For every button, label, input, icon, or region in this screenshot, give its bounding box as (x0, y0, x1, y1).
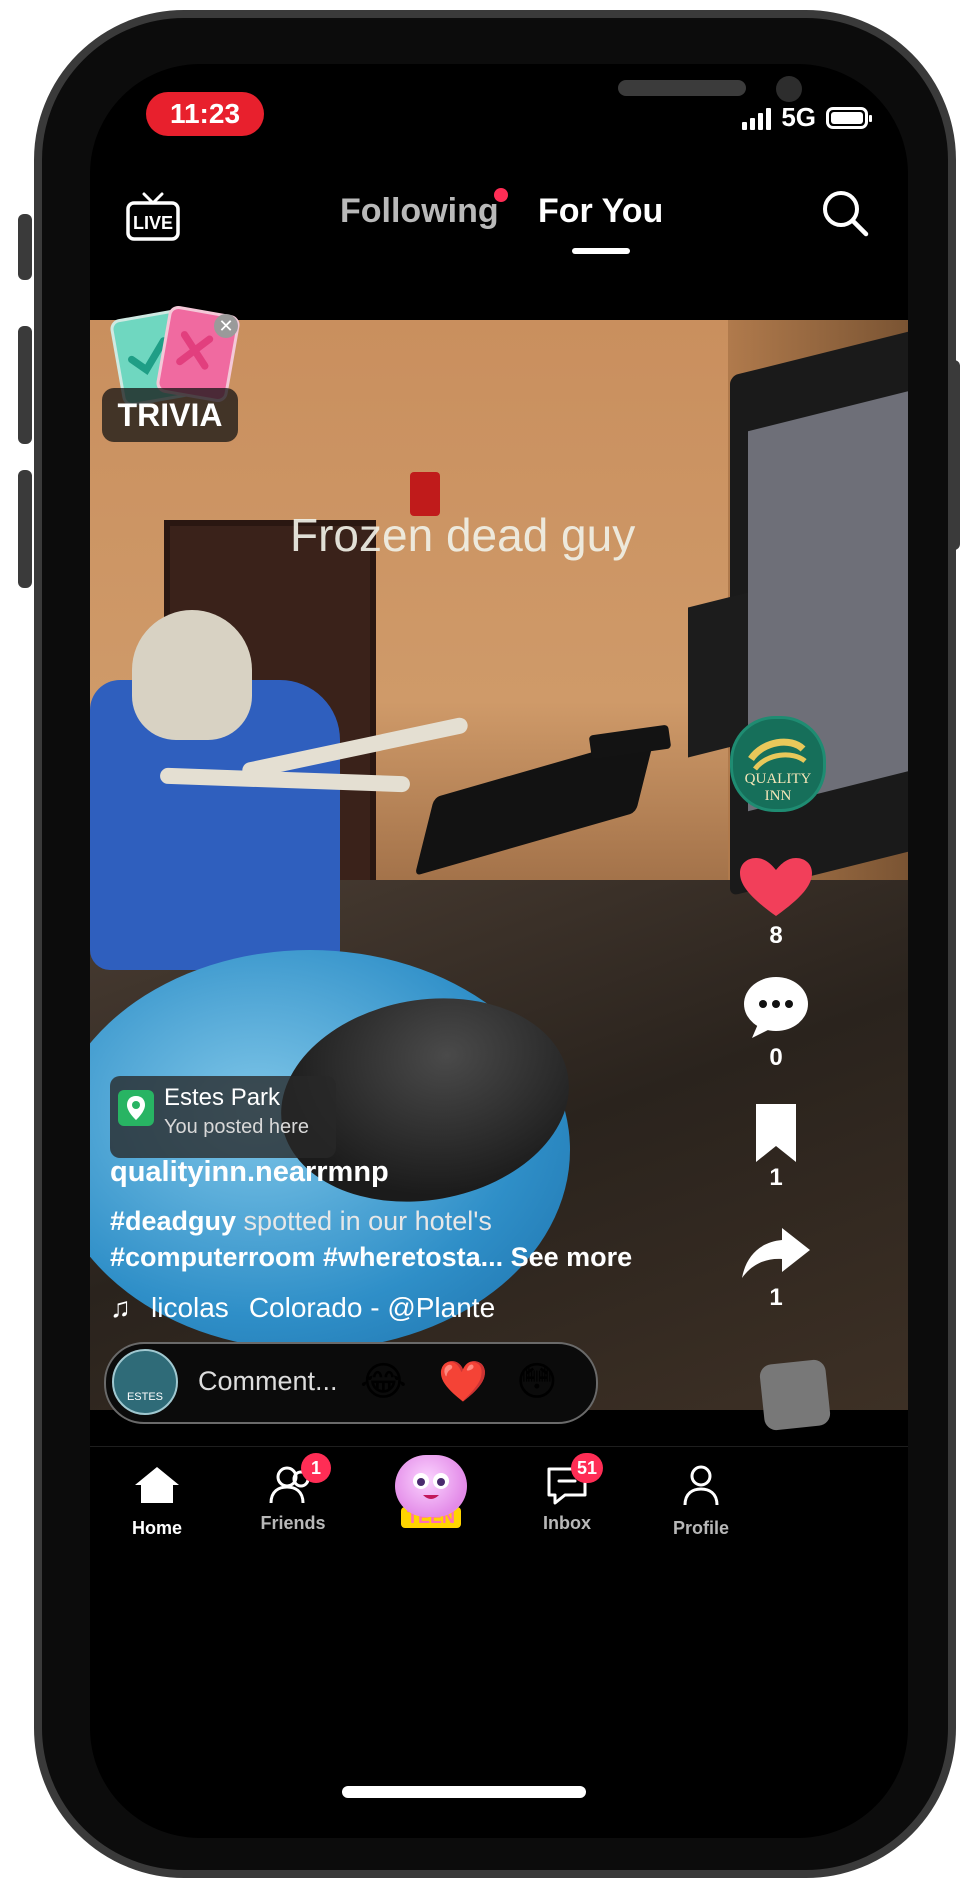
caption-fragment: spotted in our hotel's (236, 1206, 492, 1236)
status-time: 11:23 (146, 92, 264, 136)
nav-home[interactable]: Home (102, 1463, 212, 1539)
red-heart-emoji-icon[interactable]: ❤️ (438, 1360, 488, 1404)
nav-inbox-label: Inbox (543, 1513, 591, 1533)
nav-friends[interactable]: 1 Friends (238, 1453, 348, 1534)
comment-count: 0 (769, 1044, 783, 1071)
music-disc-icon[interactable] (758, 1358, 832, 1432)
friends-icon-wrapper: 1 (267, 1453, 331, 1507)
nav-inbox[interactable]: 51 Inbox (512, 1453, 622, 1534)
live-label: LIVE (133, 213, 173, 233)
signal-icon (742, 106, 772, 130)
friends-badge: 1 (301, 1453, 331, 1483)
music-note-icon: ♫ (110, 1292, 131, 1323)
brand-text: QUALITY INN (744, 771, 812, 804)
caption-text[interactable]: #deadguy spotted in our hotel's (110, 1206, 492, 1237)
network-type: 5G (781, 102, 816, 132)
caption-hashtags-see-more[interactable]: #computerroom #wheretosta... See more (110, 1242, 632, 1273)
bottom-nav: Home 1 Friends TEEN (90, 1446, 908, 1577)
creator-avatar[interactable]: QUALITY INN (730, 716, 826, 812)
music-info[interactable]: ♫ licolas Colorado - @Plante (110, 1292, 495, 1324)
like-count: 8 (769, 922, 783, 949)
video-skeleton-skull (132, 610, 252, 740)
music-track: Colorado - @Plante (248, 1292, 496, 1323)
hashtag-link[interactable]: #deadguy (110, 1206, 236, 1236)
notch (270, 64, 802, 130)
tab-following[interactable]: Following (340, 192, 499, 231)
trivia-close-icon[interactable]: ✕ (214, 314, 238, 338)
active-tab-indicator (572, 248, 630, 254)
front-camera (776, 76, 802, 102)
nav-profile-label: Profile (672, 1518, 729, 1538)
location-title: Estes Park (164, 1084, 281, 1111)
like-heart-icon[interactable] (738, 856, 814, 920)
bookmark-icon[interactable] (738, 1102, 814, 1166)
share-arrow-icon[interactable] (738, 1224, 814, 1280)
trivia-label: TRIVIA (102, 388, 238, 442)
trivia-sticker[interactable]: ✕ TRIVIA (102, 304, 242, 444)
home-icon (135, 1467, 179, 1503)
user-avatar: ESTES (112, 1349, 178, 1415)
save-count: 1 (769, 1164, 783, 1191)
comment-bubble-icon[interactable] (738, 974, 814, 1040)
flushed-emoji-icon[interactable]: 😳 (516, 1360, 558, 1404)
creator-username[interactable]: qualityinn.nearrmnp (110, 1156, 389, 1189)
volume-down-button (18, 470, 32, 588)
speaker-grille (618, 80, 746, 96)
location-pin-icon (118, 1090, 154, 1126)
search-icon[interactable] (818, 186, 872, 240)
nav-create[interactable]: TEEN (376, 1455, 486, 1528)
nav-friends-label: Friends (260, 1513, 326, 1533)
power-button (948, 360, 960, 550)
laughing-emoji-icon[interactable]: 😂 (360, 1360, 407, 1404)
profile-icon (683, 1465, 719, 1506)
following-notification-dot (494, 188, 508, 202)
video-overlay-text: Frozen dead guy (290, 509, 636, 561)
live-icon[interactable]: LIVE (124, 192, 182, 244)
volume-up-button (18, 326, 32, 444)
inbox-badge: 51 (571, 1453, 604, 1483)
inbox-icon-wrapper: 51 (541, 1453, 604, 1507)
tab-for-you[interactable]: For You (538, 192, 663, 231)
location-tag[interactable]: Estes Park You posted here (110, 1076, 336, 1158)
music-artist: licolas (151, 1292, 229, 1323)
teen-mascot-icon (395, 1455, 467, 1517)
avatar-text: ESTES (126, 1391, 164, 1403)
nav-profile[interactable]: Profile (646, 1463, 756, 1539)
nav-home-label: Home (131, 1518, 182, 1538)
share-count: 1 (769, 1284, 783, 1311)
status-indicators: 5G (742, 102, 872, 133)
comment-placeholder[interactable]: Comment... (198, 1366, 338, 1397)
location-subtitle: You posted here (164, 1116, 309, 1138)
home-indicator[interactable] (342, 1786, 586, 1798)
battery-icon (826, 106, 872, 129)
comment-input-bar[interactable]: ESTES Comment... 😂 ❤️ 😳 (104, 1342, 598, 1424)
app-screen: 11:23 5G LIVE Following For You Frozen d… (90, 64, 908, 1838)
silent-switch (18, 214, 32, 280)
